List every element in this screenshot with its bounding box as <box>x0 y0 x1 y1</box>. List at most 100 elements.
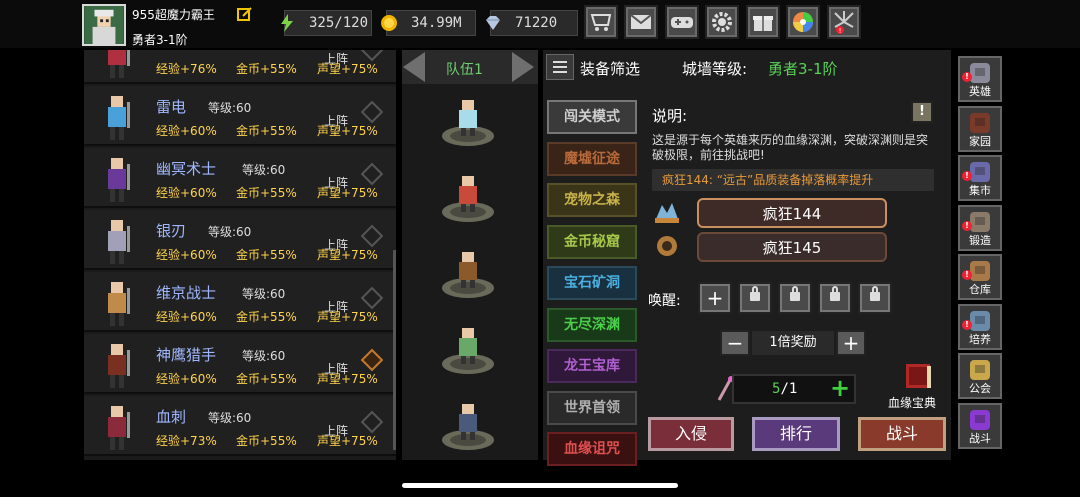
player-avatar[interactable] <box>82 4 126 46</box>
hero-level: 等级:60 <box>242 349 286 363</box>
deploy-label[interactable]: 上阵 <box>324 50 348 67</box>
team-slot[interactable] <box>440 320 496 376</box>
deploy-toggle[interactable] <box>360 100 384 124</box>
awaken-slot-locked-1[interactable] <box>738 282 772 314</box>
deploy-label[interactable]: 上阵 <box>324 422 348 439</box>
shop-button[interactable] <box>584 5 618 39</box>
sidebar-button-7[interactable]: 战斗 <box>958 403 1002 449</box>
hero-gold-bonus: 金币+55% <box>236 372 297 386</box>
awaken-add-button[interactable]: + <box>698 282 732 314</box>
blood-codex-label[interactable]: 血缘宝典 <box>888 394 936 411</box>
gem-counter[interactable]: 71220 <box>486 10 578 36</box>
mode-button[interactable]: 龙王宝库 <box>547 349 637 383</box>
hero-exp-bonus: 经验+76% <box>156 62 217 76</box>
stage-option-145[interactable]: 疯狂145 <box>697 232 887 262</box>
hero-row[interactable]: 经验+76% 金币+55% 声望+75% 上阵 <box>84 50 396 84</box>
hero-list[interactable]: 经验+76% 金币+55% 声望+75% 上阵 雷电 等级:60 经验+60% 金币+55% 声… <box>84 50 396 460</box>
awaken-slot-locked-3[interactable] <box>818 282 852 314</box>
sidebar-button-2[interactable]: ! 集市 <box>958 155 1002 201</box>
sidebar-button-4[interactable]: ! 仓库 <box>958 254 1002 300</box>
deploy-toggle[interactable] <box>360 224 384 248</box>
mode-button[interactable]: 魔墟征途 <box>547 141 637 176</box>
hero-row[interactable]: 血刺 等级:60 经验+73% 金币+55% 声望+75% 上阵 <box>84 396 396 456</box>
deploy-toggle[interactable] <box>360 162 384 186</box>
mode-button[interactable]: 宠物之森 <box>547 183 637 217</box>
stage-option-144[interactable]: 疯狂144 <box>697 198 887 228</box>
mode-button[interactable]: 宝石矿洞 <box>547 266 637 300</box>
deploy-label[interactable]: 上阵 <box>324 112 348 129</box>
hero-exp-bonus: 经验+73% <box>156 434 217 448</box>
lock-icon <box>830 286 840 301</box>
sidebar-button-6[interactable]: 公会 <box>958 353 1002 399</box>
gold-value: 34.99M <box>411 15 462 31</box>
hero-exp-bonus: 经验+60% <box>156 248 217 262</box>
menu-icon[interactable] <box>546 54 574 80</box>
firework-button[interactable]: ! <box>827 5 861 39</box>
help-icon[interactable]: ! <box>911 101 933 123</box>
team-slot[interactable] <box>440 92 496 148</box>
mode-button[interactable]: 无尽深渊 <box>547 307 637 342</box>
hero-sprite <box>108 406 130 450</box>
team-prev-arrow[interactable] <box>403 52 425 82</box>
awaken-slot-locked-4[interactable] <box>858 282 892 314</box>
sidebar-button-1[interactable]: 家园 <box>958 106 1002 152</box>
mode-button[interactable]: 闯关模式 <box>547 100 637 134</box>
invade-button[interactable]: 入侵 <box>648 417 734 451</box>
deploy-label[interactable]: 上阵 <box>324 298 348 315</box>
awaken-slot-locked-2[interactable] <box>778 282 812 314</box>
sidebar-button-0[interactable]: ! 英雄 <box>958 56 1002 102</box>
team-slot[interactable] <box>440 168 496 224</box>
deploy-label[interactable]: 上阵 <box>324 360 348 377</box>
mode-button[interactable]: 世界首领 <box>547 390 637 425</box>
mode-button[interactable]: 血缘诅咒 <box>547 432 637 466</box>
sidebar-button-5[interactable]: ! 培养 <box>958 304 1002 350</box>
hero-row[interactable]: 雷电 等级:60 经验+60% 金币+55% 声望+75% 上阵 <box>84 86 396 146</box>
deploy-label[interactable]: 上阵 <box>324 236 348 253</box>
color-wheel-button[interactable] <box>786 5 820 39</box>
team-slot[interactable] <box>440 396 496 452</box>
equipment-filter-label[interactable]: 装备筛选 <box>580 58 640 79</box>
deploy-label[interactable]: 上阵 <box>324 174 348 191</box>
home-indicator[interactable] <box>402 483 678 488</box>
player-name: 955超魔力霸王 <box>132 8 215 22</box>
hero-row[interactable]: 银刃 等级:60 经验+60% 金币+55% 声望+75% 上阵 <box>84 210 396 270</box>
gamepad-icon <box>671 17 693 28</box>
hero-gold-bonus: 金币+55% <box>236 310 297 324</box>
energy-icon <box>281 14 293 32</box>
gamepad-button[interactable] <box>665 5 699 39</box>
sidebar-label: 集市 <box>969 184 991 197</box>
hero-list-scrollbar[interactable] <box>393 250 396 450</box>
stamina-counter[interactable]: 325/120 <box>281 10 372 36</box>
add-attempt-button[interactable]: + <box>830 376 850 400</box>
gold-counter[interactable]: 34.99M <box>381 10 476 36</box>
deploy-toggle[interactable] <box>360 410 384 434</box>
settings-button[interactable] <box>705 5 739 39</box>
hero-level: 等级:60 <box>208 225 252 239</box>
mail-button[interactable] <box>624 5 658 39</box>
deploy-toggle[interactable] <box>360 348 384 372</box>
hero-row[interactable]: 神鹰猎手 等级:60 经验+60% 金币+55% 声望+75% 上阵 <box>84 334 396 394</box>
multiplier-minus-button[interactable]: − <box>720 330 750 356</box>
firework-icon: ! <box>834 11 854 35</box>
alert-badge-icon: ! <box>962 320 972 330</box>
hero-gold-bonus: 金币+55% <box>236 62 297 76</box>
hero-row[interactable]: 维京战士 等级:60 经验+60% 金币+55% 声望+75% 上阵 <box>84 272 396 332</box>
blood-codex-icon[interactable] <box>900 360 936 392</box>
gift-button[interactable] <box>746 5 780 39</box>
deploy-toggle[interactable] <box>360 286 384 310</box>
sidebar-button-3[interactable]: ! 锻造 <box>958 205 1002 251</box>
edit-name-icon[interactable] <box>237 6 253 22</box>
gift-icon <box>753 16 773 31</box>
hero-row[interactable]: 幽冥术士 等级:60 经验+60% 金币+55% 声望+75% 上阵 <box>84 148 396 208</box>
drop-rate-notice: 疯狂144: “远古”品质装备掉落概率提升 <box>652 169 934 191</box>
hero-sprite <box>108 158 130 202</box>
battle-button[interactable]: 战斗 <box>858 417 946 451</box>
gem-icon <box>486 16 500 30</box>
hero-level: 等级:60 <box>242 287 286 301</box>
team-next-arrow[interactable] <box>512 52 534 82</box>
team-slot[interactable] <box>440 244 496 300</box>
ranking-button[interactable]: 排行 <box>752 417 840 451</box>
sidebar-label: 锻造 <box>969 234 991 247</box>
multiplier-plus-button[interactable]: + <box>836 330 866 356</box>
mode-button[interactable]: 金币秘窟 <box>547 224 637 259</box>
